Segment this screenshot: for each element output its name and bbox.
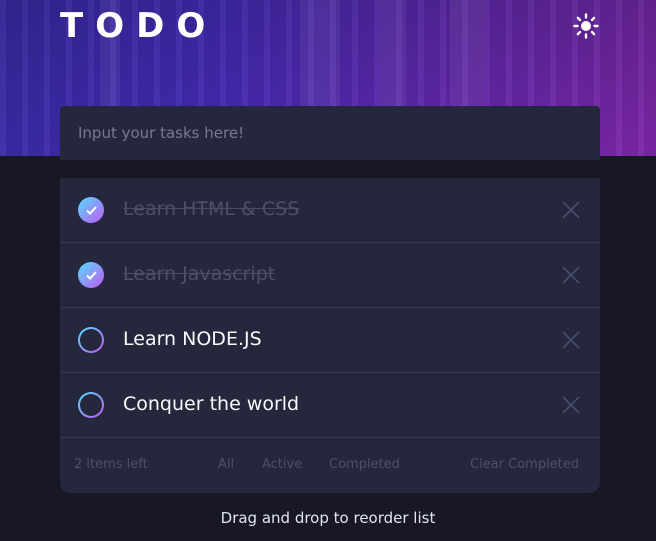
todo-checkbox-checked[interactable] [78,262,104,288]
todo-list: Learn HTML & CSS Learn Javascript Learn … [60,178,600,493]
close-icon [562,201,580,219]
delete-button[interactable] [560,394,582,416]
todo-label: Learn Javascript [123,262,276,285]
delete-button[interactable] [560,199,582,221]
check-icon [85,205,97,215]
new-task-input[interactable] [60,106,600,160]
close-icon [562,331,580,349]
sun-icon [573,13,599,39]
todo-item[interactable]: Learn NODE.JS [60,308,600,373]
delete-button[interactable] [560,264,582,286]
app-title: TODO [60,6,218,46]
todo-item[interactable]: Learn HTML & CSS [60,178,600,243]
reorder-hint: Drag and drop to reorder list [220,509,436,527]
close-icon [562,266,580,284]
clear-completed-button[interactable]: Clear Completed [470,457,579,472]
list-footer: 2 items left All Active Completed Clear … [60,438,600,493]
filter-all[interactable]: All [218,457,234,472]
theme-toggle-button[interactable] [572,12,600,40]
todo-label: Learn HTML & CSS [123,197,300,220]
check-icon [85,270,97,280]
new-task-container [60,106,600,160]
filter-active[interactable]: Active [262,457,302,472]
todo-item[interactable]: Learn Javascript [60,243,600,308]
todo-checkbox[interactable] [78,327,104,353]
filter-completed[interactable]: Completed [329,457,400,472]
todo-checkbox[interactable] [78,392,104,418]
todo-checkbox-checked[interactable] [78,197,104,223]
todo-label: Learn NODE.JS [123,327,262,350]
todo-item[interactable]: Conquer the world [60,373,600,438]
close-icon [562,396,580,414]
todo-label: Conquer the world [123,392,300,415]
delete-button[interactable] [560,329,582,351]
items-left-count: 2 items left [74,457,148,472]
